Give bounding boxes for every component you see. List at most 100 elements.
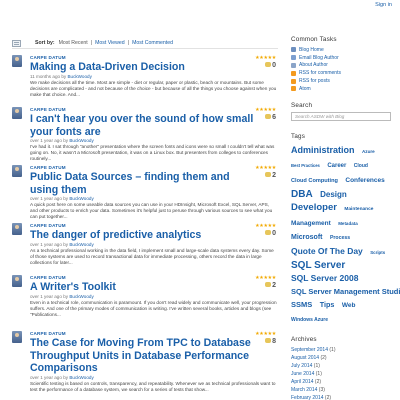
author-link[interactable]: BuckWoody	[69, 294, 93, 299]
archive-link[interactable]: June 2014 (1)	[291, 370, 393, 378]
author-avatar[interactable]	[12, 107, 22, 119]
author-avatar[interactable]	[12, 55, 22, 67]
archive-month: April 2014	[291, 378, 314, 385]
post-title-link[interactable]: Public Data Sources – finding them and u…	[30, 171, 260, 196]
task-link[interactable]: RSS for comments	[291, 69, 393, 77]
tag-link[interactable]: SSMS	[291, 300, 312, 309]
rss-icon	[291, 70, 296, 76]
task-link[interactable]: Email Blog Author	[291, 54, 393, 62]
post-rating: ★★★★★ 0	[255, 55, 276, 70]
comment-count[interactable]: 2	[255, 282, 276, 290]
archive-link[interactable]: March 2014 (3)	[291, 386, 393, 394]
tag-link[interactable]: Management	[291, 220, 331, 227]
tag-link[interactable]: Windows Azure	[291, 317, 328, 323]
archive-link[interactable]: February 2014 (2)	[291, 394, 393, 400]
sign-in-link[interactable]: Sign in	[375, 2, 392, 8]
post-item: CARPE DATUM A Writer's Toolkit over 1 ye…	[12, 275, 278, 331]
post-item: CARPE DATUM Making a Data-Driven Decisio…	[12, 55, 278, 107]
comment-count[interactable]: 2	[255, 172, 276, 180]
tag-link[interactable]: SQL Server Management Studio	[291, 287, 400, 296]
archive-count: (2)	[320, 354, 327, 361]
tag-link[interactable]: Cloud Computing	[291, 178, 338, 184]
author-avatar[interactable]	[12, 331, 22, 343]
star-rating-icon: ★★★★★	[255, 331, 276, 337]
star-rating-icon: ★★★★★	[255, 107, 276, 113]
author-link[interactable]: BuckWoody	[69, 242, 93, 247]
home-icon	[291, 47, 296, 53]
rss-icon	[291, 86, 296, 92]
task-label: RSS for posts	[299, 78, 330, 85]
comment-count[interactable]: 8	[255, 338, 276, 346]
post-title-link[interactable]: The danger of predictive analytics	[30, 229, 260, 242]
author-link[interactable]: BuckWoody	[69, 196, 93, 201]
tag-link[interactable]: Career	[327, 163, 346, 169]
tag-link[interactable]: Microsoft	[291, 234, 323, 241]
task-label: About Author	[299, 62, 328, 69]
tag-link[interactable]: Process	[330, 235, 350, 241]
task-link[interactable]: About Author	[291, 62, 393, 70]
tag-link[interactable]: Conferences	[345, 177, 384, 184]
sort-label: Sort by:	[35, 40, 55, 46]
post-title-link[interactable]: The Case for Moving From TPC to Database…	[30, 337, 260, 375]
star-rating-icon: ★★★★★	[255, 275, 276, 281]
author-link[interactable]: BuckWoody	[67, 74, 91, 79]
tag-link[interactable]: Administration	[291, 145, 355, 155]
post-title-link[interactable]: Making a Data-Driven Decision	[30, 61, 260, 74]
author-link[interactable]: BuckWoody	[69, 375, 93, 380]
comment-bubble-icon	[265, 172, 272, 177]
archive-link[interactable]: September 2014 (1)	[291, 346, 393, 354]
comment-bubble-icon	[265, 230, 272, 235]
archives-heading: Archives	[291, 335, 317, 343]
archive-link[interactable]: April 2014 (2)	[291, 378, 393, 386]
task-link[interactable]: Atom	[291, 85, 393, 93]
comment-count[interactable]: 6	[255, 114, 276, 122]
comment-count-value: 8	[272, 338, 276, 345]
task-label: RSS for comments	[299, 70, 341, 77]
tag-link[interactable]: Azure	[362, 149, 375, 154]
post-item: CARPE DATUM Public Data Sources – findin…	[12, 165, 278, 223]
task-link[interactable]: RSS for posts	[291, 77, 393, 85]
sort-most-viewed[interactable]: Most Viewed	[95, 40, 125, 46]
tag-cloud: Administration Azure Best Practices Care…	[291, 143, 400, 326]
comment-count-value: 6	[272, 114, 276, 121]
author-avatar[interactable]	[12, 223, 22, 235]
sort-most-commented[interactable]: Most Commented	[132, 40, 173, 46]
list-view-icon[interactable]	[12, 39, 21, 47]
tag-link[interactable]: Quote Of The Day	[291, 246, 363, 256]
tag-link[interactable]: Design	[320, 190, 347, 199]
post-rating: ★★★★★ 2	[255, 165, 276, 180]
comment-count[interactable]: 0	[255, 230, 276, 238]
tag-link[interactable]: Maintenance	[344, 207, 373, 212]
tag-link[interactable]: Best Practices	[291, 163, 320, 168]
tag-link[interactable]: Scripts	[370, 250, 385, 255]
post-excerpt: Scientific testing is based on controls,…	[30, 380, 276, 392]
archive-link[interactable]: August 2014 (2)	[291, 354, 393, 362]
author-avatar[interactable]	[12, 165, 22, 177]
tag-link[interactable]: Metadata	[338, 221, 358, 226]
top-bar: Sign in	[0, 0, 400, 12]
tag-link[interactable]: Cloud	[354, 163, 368, 169]
tag-link[interactable]: Web	[342, 302, 356, 309]
comment-count[interactable]: 0	[255, 62, 276, 70]
tag-link[interactable]: SQL Server 2008	[291, 273, 358, 283]
comment-count-value: 0	[272, 62, 276, 69]
tag-link[interactable]: Tips	[320, 300, 335, 309]
task-link[interactable]: Blog Home	[291, 46, 393, 54]
archive-link[interactable]: July 2014 (1)	[291, 362, 393, 370]
tag-link[interactable]: SQL Server	[291, 260, 345, 271]
post-rating: ★★★★★ 6	[255, 107, 276, 122]
sort-bar: Sort by: Most Recent | Most Viewed | Mos…	[12, 38, 278, 49]
author-avatar[interactable]	[12, 275, 22, 287]
post-date: over 1 year ago by	[30, 374, 69, 380]
post-rating: ★★★★★ 2	[255, 275, 276, 290]
post-title-link[interactable]: A Writer's Toolkit	[30, 281, 260, 294]
tag-link[interactable]: Developer	[291, 202, 337, 213]
author-link[interactable]: BuckWoody	[69, 138, 93, 143]
post-date: 11 months ago by	[30, 73, 67, 79]
tag-link[interactable]: DBA	[291, 189, 313, 200]
user-icon	[291, 62, 296, 68]
search-input[interactable]: Search ASDW with Blog	[291, 111, 391, 121]
archive-count: (3)	[318, 386, 325, 393]
sort-most-recent[interactable]: Most Recent	[59, 40, 88, 46]
post-title-link[interactable]: I can't hear you over the sound of how s…	[30, 113, 260, 138]
